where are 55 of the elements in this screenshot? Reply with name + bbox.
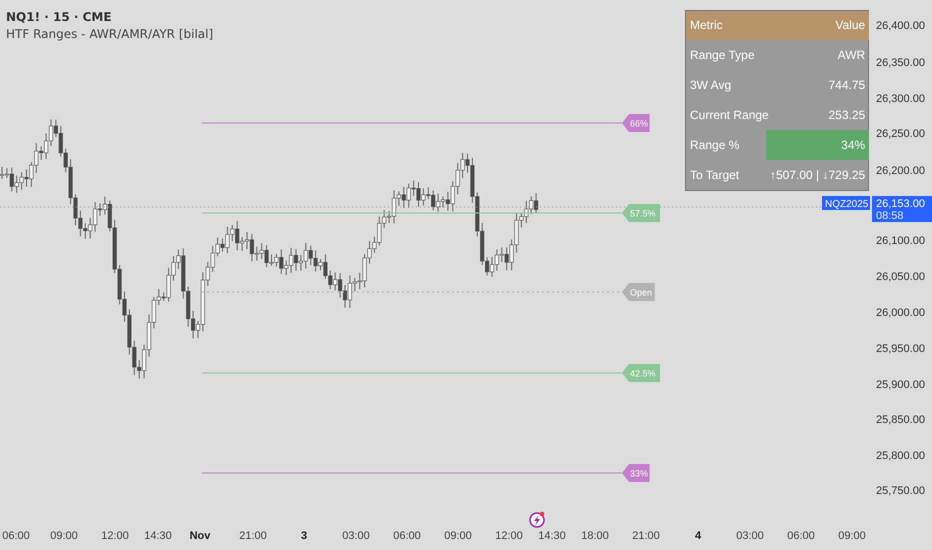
header-cell: Metric	[686, 11, 766, 40]
symbol-tag: NQZ2025	[822, 196, 870, 210]
time-axis-label: 06:00	[2, 530, 30, 542]
table-cell-text: To Target	[689, 167, 740, 184]
price-axis-label: 26,350.00	[876, 57, 925, 69]
price-axis-label: 26,050.00	[876, 271, 925, 283]
countdown: 08:58	[876, 210, 904, 222]
indicator-name: HTF Ranges - AWR/AMR/AYR [bilal]	[6, 27, 214, 41]
table-cell: 34%	[766, 130, 870, 160]
price-axis-label: 26,000.00	[876, 307, 925, 319]
level-tag: Open	[622, 283, 655, 301]
table-cell-text: 3W Avg	[689, 77, 732, 94]
time-axis-label: 03:00	[342, 530, 370, 542]
price-axis-label: 26,100.00	[876, 235, 925, 247]
time-axis-label: 12:00	[101, 530, 129, 542]
time-axis-label: 03:00	[736, 530, 764, 542]
time-axis-label: 06:00	[393, 530, 421, 542]
price-axis-label: 25,900.00	[876, 379, 925, 391]
time-axis-label: 21:00	[632, 530, 660, 542]
price-axis-label: 25,800.00	[876, 450, 925, 462]
price-axis-label: 26,250.00	[876, 128, 925, 140]
time-axis-label: 14:30	[144, 530, 172, 542]
symbol-title: NQ1! · 15 · CME	[6, 10, 113, 24]
lightning-icon[interactable]	[529, 512, 545, 528]
time-axis-label: 14:30	[538, 530, 566, 542]
table-cell-text: 744.75	[828, 77, 866, 94]
table-cell-text: AWR	[836, 47, 866, 64]
current-price: 26,153.00	[876, 198, 925, 210]
time-axis-label: 12:00	[495, 530, 523, 542]
time-axis-label: 3	[300, 530, 308, 542]
table-cell-text: 253.25	[828, 107, 866, 124]
time-axis-label: 09:00	[838, 530, 866, 542]
header-cell: Value	[766, 11, 870, 40]
level-tag: 66%	[622, 114, 650, 132]
time-axis-label: 4	[694, 530, 702, 542]
time-axis-label: 09:00	[444, 530, 472, 542]
time-axis-label: 06:00	[787, 530, 815, 542]
level-tag: 42.5%	[622, 364, 660, 382]
price-axis-label: 25,850.00	[876, 414, 925, 426]
time-axis-label: 09:00	[50, 530, 78, 542]
price-axis-label: 26,400.00	[876, 20, 925, 32]
price-axis-label: 25,950.00	[876, 343, 925, 355]
price-axis-label: 26,300.00	[876, 93, 925, 105]
price-tag	[872, 196, 932, 222]
table-cell-text: ↑507.00 | ↓729.25	[769, 167, 866, 184]
time-axis-label: Nov	[190, 530, 210, 542]
price-axis-label: 25,750.00	[876, 485, 925, 497]
table-cell-text: Range %	[689, 137, 740, 154]
time-axis-label: 21:00	[239, 530, 267, 542]
price-axis-label: 26,200.00	[876, 165, 925, 177]
time-axis-label: 18:00	[581, 530, 609, 542]
table-cell-text: Current Range	[689, 107, 766, 124]
table-cell-text: Range Type	[689, 47, 756, 64]
level-tag: 33%	[622, 464, 650, 482]
level-tag: 57.5%	[622, 204, 660, 222]
